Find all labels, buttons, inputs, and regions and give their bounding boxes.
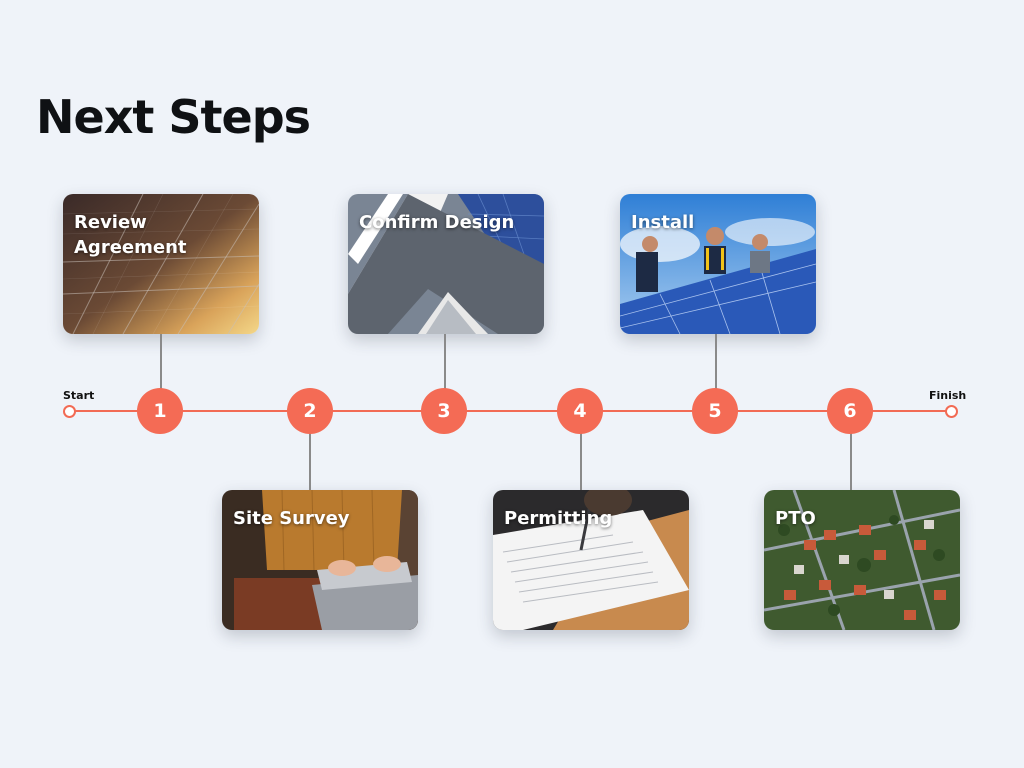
step-card-permitting[interactable]: Permitting — [493, 490, 689, 630]
step-card-label: Review Agreement — [74, 212, 187, 258]
step-card-label: Permitting — [504, 508, 613, 529]
step-marker-3[interactable]: 3 — [421, 388, 467, 434]
step-card-confirm-design[interactable]: Confirm Design — [348, 194, 544, 334]
step-card-install[interactable]: Install — [620, 194, 816, 334]
step-marker-1[interactable]: 1 — [137, 388, 183, 434]
connector-line — [160, 334, 162, 390]
connector-line — [580, 432, 582, 490]
connector-line — [715, 334, 717, 390]
step-marker-2[interactable]: 2 — [287, 388, 333, 434]
page-title: Next Steps — [36, 90, 311, 144]
step-card-review-agreement[interactable]: Review Agreement — [63, 194, 259, 334]
step-card-site-survey[interactable]: Site Survey — [222, 490, 418, 630]
timeline-start-dot — [63, 405, 76, 418]
step-marker-6[interactable]: 6 — [827, 388, 873, 434]
step-card-label: Site Survey — [233, 508, 350, 529]
step-marker-5[interactable]: 5 — [692, 388, 738, 434]
step-marker-4[interactable]: 4 — [557, 388, 603, 434]
connector-line — [309, 432, 311, 490]
start-label: Start — [63, 389, 95, 402]
connector-line — [850, 432, 852, 490]
timeline-finish-dot — [945, 405, 958, 418]
finish-label: Finish — [929, 389, 967, 402]
step-card-pto[interactable]: PTO — [764, 490, 960, 630]
step-card-label: PTO — [775, 508, 816, 529]
connector-line — [444, 334, 446, 390]
step-card-label: Confirm Design — [359, 212, 515, 233]
step-card-label: Install — [631, 212, 695, 233]
timeline-track — [70, 410, 952, 412]
